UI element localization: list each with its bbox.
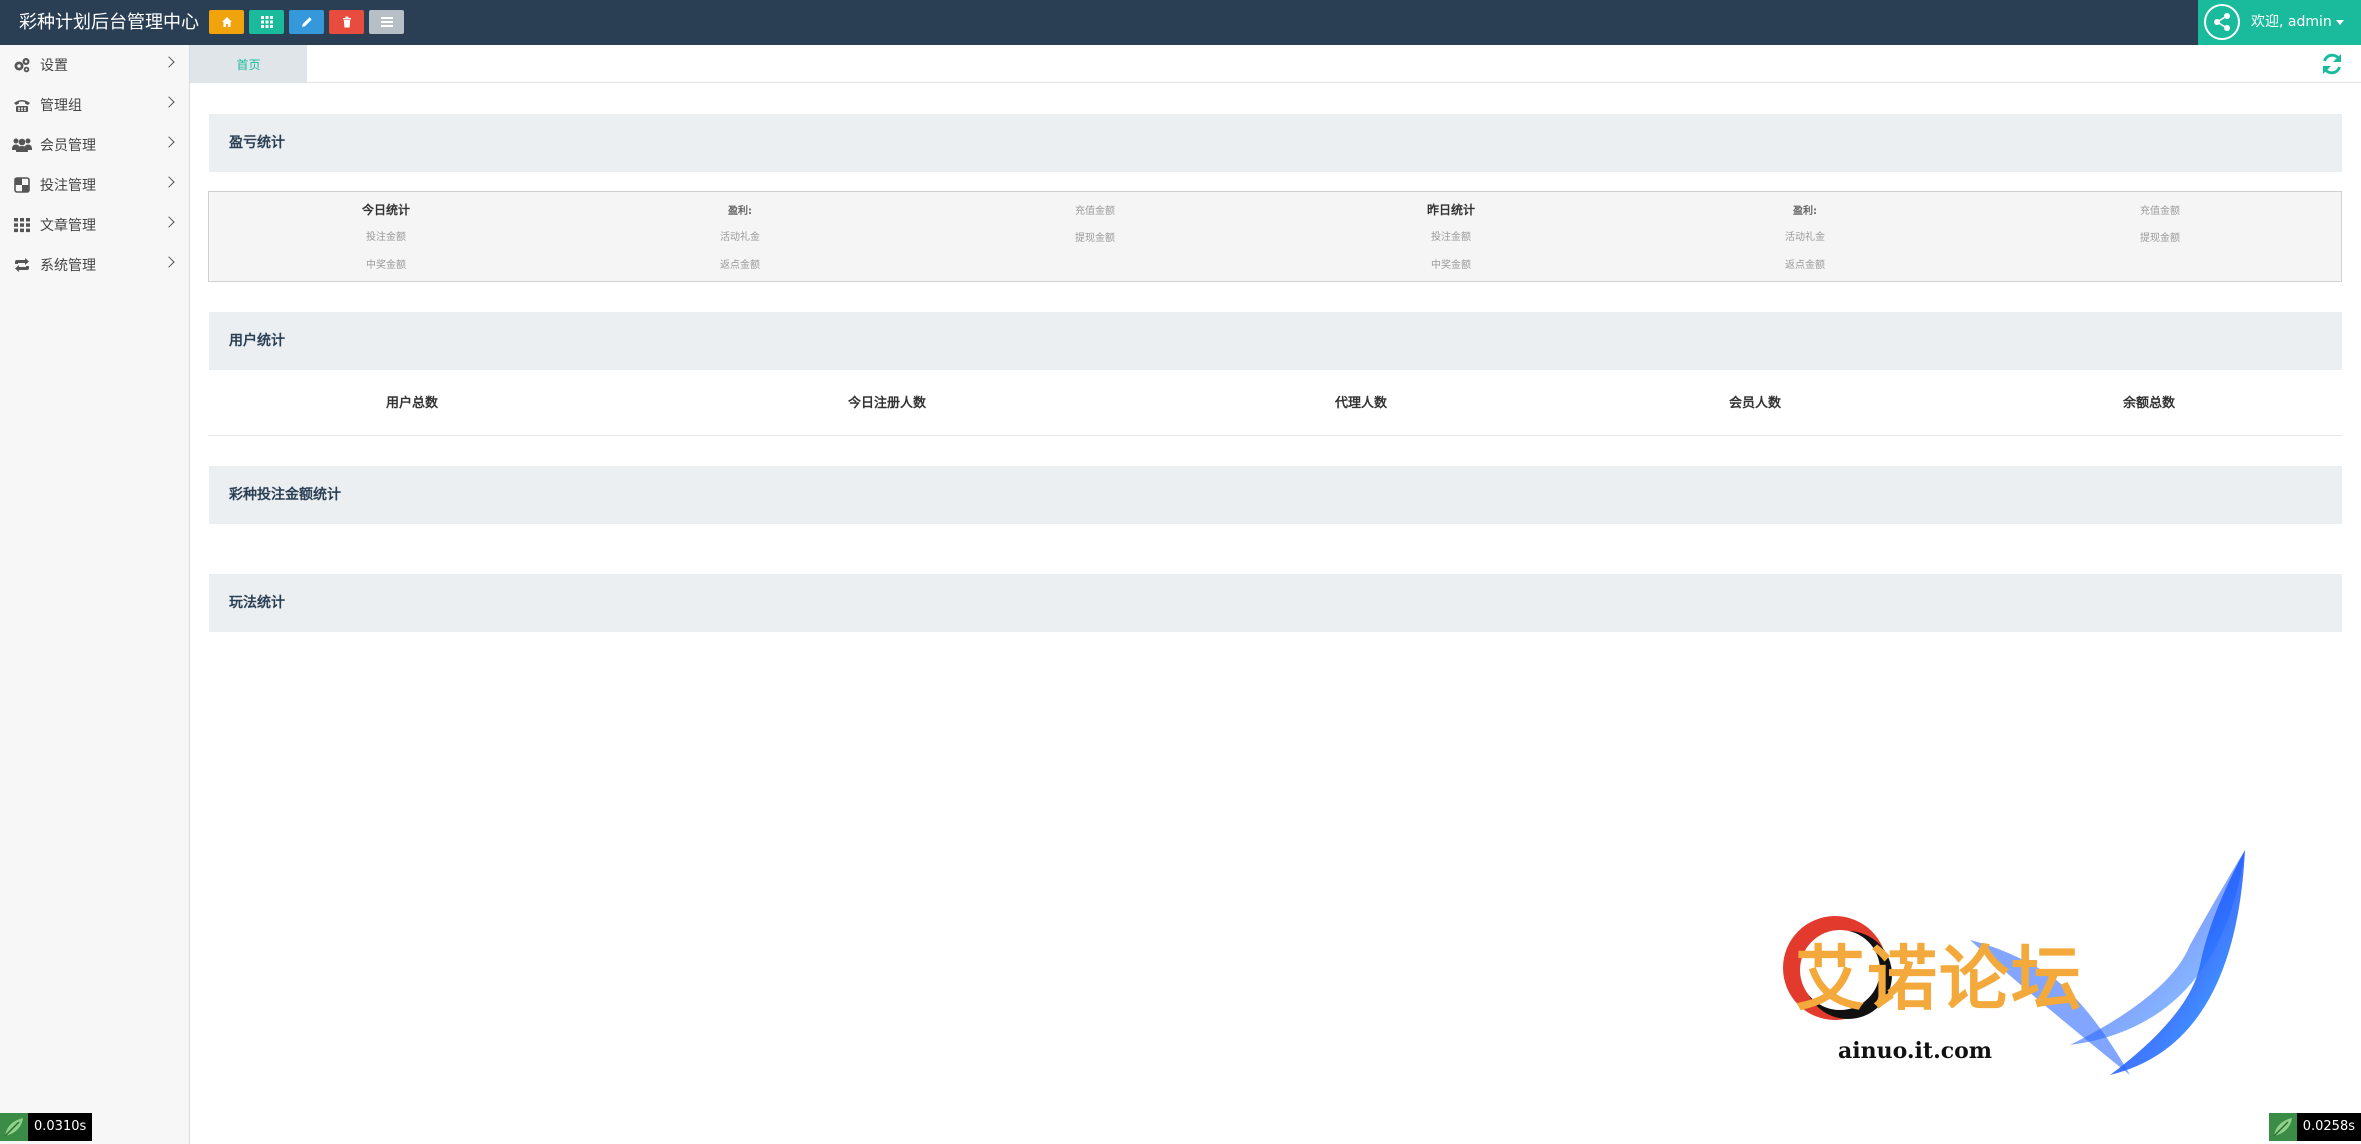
sidebar-item-admin-group[interactable]: 管理组 [0, 85, 189, 125]
today-recharge-label: 充值金额 [1075, 206, 1115, 217]
play-stats-header: 玩法统计 [209, 574, 2342, 632]
profit-stats-header: 盈亏统计 [209, 114, 2342, 172]
grid-button[interactable] [249, 10, 284, 34]
pencil-icon [301, 17, 312, 27]
sidebar-item-system[interactable]: 系统管理 [0, 245, 189, 285]
edit-button[interactable] [289, 10, 324, 34]
cogs-icon [12, 55, 32, 75]
chevron-down-icon [2335, 19, 2344, 25]
phone-icon [12, 95, 32, 115]
yesterday-withdraw-label: 提现金额 [2140, 233, 2180, 244]
sidebar: 设置 管理组 会员管理 投注管理 文章管理 系统管理 [0, 45, 190, 1144]
refresh-icon [2323, 53, 2341, 75]
chevron-right-icon [163, 176, 175, 188]
trash-icon [342, 16, 351, 28]
sidebar-item-label: 投注管理 [40, 178, 96, 194]
grid-icon [12, 215, 32, 235]
squares-icon [12, 175, 32, 195]
yesterday-rebate-label: 返点金额 [1785, 260, 1825, 271]
list-icon [380, 17, 393, 27]
sidebar-item-bets[interactable]: 投注管理 [0, 165, 189, 205]
today-withdraw-label: 提现金额 [1075, 233, 1115, 244]
chevron-right-icon [163, 256, 175, 268]
watermark-url: ainuo.it.com [1838, 1038, 1993, 1064]
chevron-right-icon [163, 56, 175, 68]
user-total-column: 用户总数 [385, 396, 439, 411]
today-bet-label: 投注金额 [366, 232, 406, 243]
avatar [2204, 4, 2240, 40]
load-timer-right: 0.0258s [2268, 1113, 2361, 1141]
user-greeting: 欢迎, admin [2251, 14, 2332, 30]
home-button[interactable] [209, 10, 244, 34]
users-icon [12, 135, 32, 155]
divider [208, 435, 2342, 436]
yesterday-stats-title: 昨日统计 [1426, 203, 1476, 217]
leaf-icon [0, 1113, 28, 1141]
today-win-label: 中奖金额 [366, 260, 406, 271]
sidebar-item-label: 文章管理 [40, 218, 96, 234]
load-time: 0.0310s [28, 1113, 93, 1141]
balance-total-column: 余额总数 [2122, 396, 2176, 411]
refresh-button[interactable] [2319, 51, 2345, 77]
share-node-icon [2214, 13, 2230, 31]
sidebar-item-members[interactable]: 会员管理 [0, 125, 189, 165]
app-title: 彩种计划后台管理中心 [19, 12, 199, 33]
yesterday-profit-label: 盈利: [1793, 206, 1817, 217]
sidebar-item-label: 管理组 [40, 98, 82, 114]
sidebar-item-label: 系统管理 [40, 258, 96, 274]
exchange-icon [12, 255, 32, 275]
agent-count-column: 代理人数 [1334, 396, 1388, 411]
load-timer-left: 0.0310s [0, 1113, 93, 1141]
today-registered-column: 今日注册人数 [847, 396, 927, 411]
load-time: 0.0258s [2296, 1113, 2361, 1141]
yesterday-recharge-label: 充值金额 [2140, 206, 2180, 217]
today-profit-label: 盈利: [728, 206, 752, 217]
yesterday-bet-label: 投注金额 [1431, 232, 1471, 243]
sidebar-item-settings[interactable]: 设置 [0, 45, 189, 85]
grid-icon [260, 16, 273, 28]
today-activity-label: 活动礼金 [720, 232, 760, 243]
delete-button[interactable] [329, 10, 364, 34]
watermark-name: 艾诺论坛 [1795, 938, 2083, 1020]
sidebar-item-articles[interactable]: 文章管理 [0, 205, 189, 245]
lottery-bet-stats-header: 彩种投注金额统计 [209, 466, 2342, 524]
user-menu[interactable]: 欢迎, admin [2198, 0, 2361, 45]
chevron-right-icon [163, 216, 175, 228]
chevron-right-icon [163, 96, 175, 108]
profit-stats-table: 今日统计 盈利: 充值金额 投注金额 活动礼金 提现金额 中奖金额 返点金额 昨… [208, 191, 2342, 282]
today-rebate-label: 返点金额 [720, 260, 760, 271]
leaf-icon [2268, 1113, 2297, 1141]
home-icon [221, 17, 232, 27]
toolbar [209, 10, 404, 34]
yesterday-activity-label: 活动礼金 [1785, 232, 1825, 243]
user-stats-header: 用户统计 [209, 312, 2342, 370]
member-count-column: 会员人数 [1728, 396, 1782, 411]
sidebar-item-label: 设置 [40, 58, 68, 74]
tab-bar: 首页 [190, 45, 2361, 83]
chevron-right-icon [163, 136, 175, 148]
watermark-logo: 艾诺论坛 ainuo.it.com [1770, 845, 2260, 1100]
list-button[interactable] [369, 10, 404, 34]
tab-home[interactable]: 首页 [190, 45, 307, 83]
today-stats-title: 今日统计 [361, 203, 411, 217]
sidebar-item-label: 会员管理 [40, 138, 96, 154]
top-bar: 彩种计划后台管理中心 欢迎, admin [0, 0, 2361, 45]
yesterday-win-label: 中奖金额 [1431, 260, 1471, 271]
